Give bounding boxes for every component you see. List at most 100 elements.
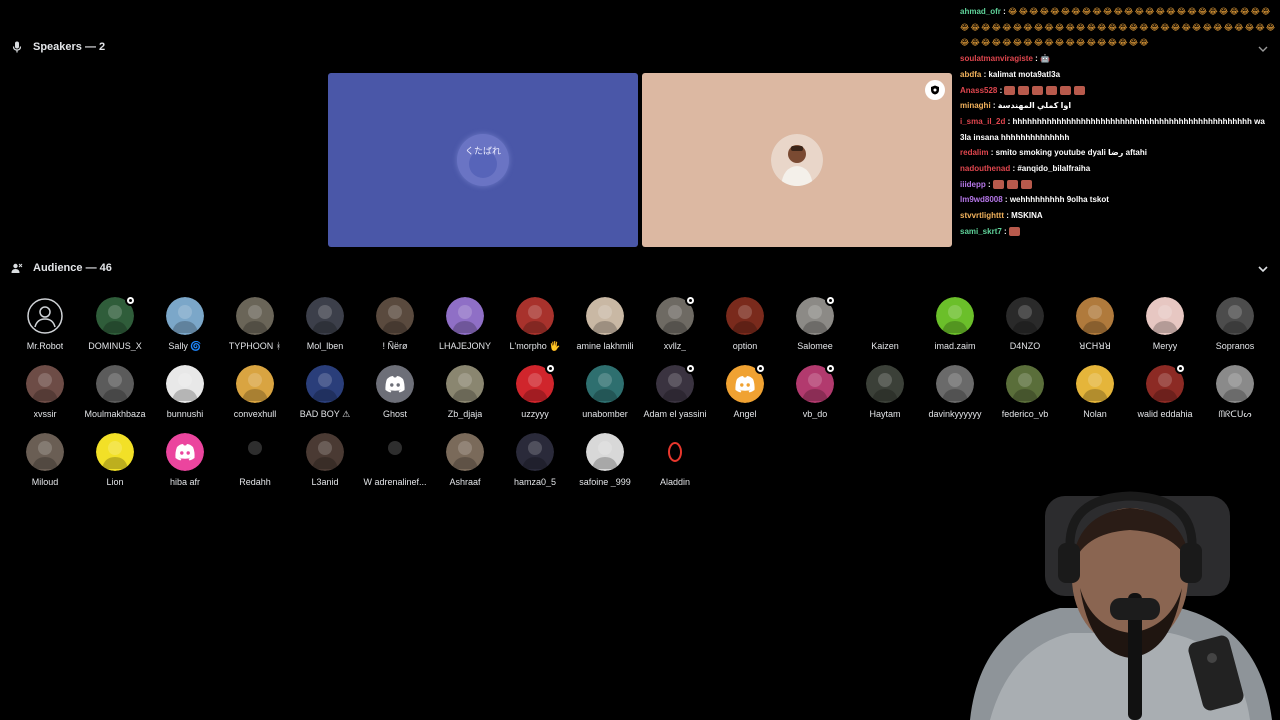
member-name: Nolan	[1083, 409, 1107, 419]
audience-member[interactable]: LHAJEJONY	[430, 297, 500, 352]
audience-member[interactable]: ꓤꓚꓧꓤꓤ	[1060, 297, 1130, 352]
audience-member[interactable]: Aladdin	[640, 433, 710, 487]
chat-username[interactable]: redalim	[960, 148, 988, 157]
audience-member[interactable]: DOMINUS_X	[80, 295, 150, 352]
chat-username[interactable]: stvvrtlighttt	[960, 211, 1004, 220]
audience-member[interactable]: Nolan	[1060, 365, 1130, 420]
audience-member[interactable]: TYPHOON ᚼ	[220, 297, 290, 352]
audience-member[interactable]: Miloud	[10, 433, 80, 487]
audience-member[interactable]: Meryy	[1130, 297, 1200, 352]
audience-member[interactable]: walid eddahia	[1130, 363, 1200, 420]
audience-member[interactable]: Mol_lben	[290, 297, 360, 352]
profile-picture	[376, 297, 414, 335]
avatar	[1216, 297, 1254, 335]
audience-member[interactable]: Ashraaf	[430, 433, 500, 487]
audience-member[interactable]: Salomee	[780, 295, 850, 352]
activity-status-icon	[755, 363, 766, 374]
audience-member[interactable]: davinkyyyyyy	[920, 365, 990, 420]
avatar	[656, 433, 694, 471]
chat-username[interactable]: soulatmanviragiste	[960, 54, 1033, 63]
audience-member[interactable]: amine lakhmili	[570, 297, 640, 352]
chat-message: redalim : smito smoking youtube dyali رض…	[960, 148, 1147, 158]
activity-status-icon	[825, 363, 836, 374]
audience-member[interactable]: imad.zaim	[920, 297, 990, 352]
audience-member[interactable]: W adrenalinef...	[360, 433, 430, 487]
chat-emote-icon	[1060, 85, 1072, 95]
chat-username[interactable]: minaghi	[960, 101, 991, 110]
chat-username[interactable]: iiidepp	[960, 180, 986, 189]
profile-picture	[446, 433, 484, 471]
chat-text: 🤖	[1040, 54, 1050, 64]
chat-emote-icon	[1020, 180, 1032, 190]
avatar	[376, 365, 414, 403]
profile-picture	[1216, 297, 1254, 335]
avatar	[866, 365, 904, 403]
member-name: Moulmakhbaza	[84, 409, 146, 419]
audience-member[interactable]: hiba afr	[150, 433, 220, 487]
chat-username[interactable]: Anass528	[960, 86, 997, 95]
audience-member[interactable]: convexhull	[220, 365, 290, 420]
audience-member[interactable]: Sopranos	[1200, 297, 1270, 352]
audience-member[interactable]: safoine _999	[570, 433, 640, 487]
audience-member[interactable]: Kaizen	[850, 297, 920, 352]
avatar	[306, 365, 344, 403]
member-name: ! Ñërø	[382, 341, 408, 351]
audience-member[interactable]: Lion	[80, 433, 150, 487]
audience-member[interactable]: BAD BOY ⚠	[290, 365, 360, 420]
audience-member[interactable]: bunnushi	[150, 365, 220, 420]
audience-member[interactable]: L3anid	[290, 433, 360, 487]
activity-status-icon	[685, 295, 696, 306]
audience-member[interactable]: xvllz_	[640, 295, 710, 352]
avatar	[656, 363, 696, 403]
chat-emoji-text: 😂😂😂😂😂😂😂😂😂😂😂😂😂😂😂😂😂😂😂😂😂😂😂😂😂😂😂😂😂😂😂😂😂😂😂😂😂😂😂😂…	[960, 7, 1277, 48]
discord-logo-icon	[166, 433, 204, 471]
audience-member[interactable]: Angel	[710, 363, 780, 420]
member-name: hiba afr	[169, 477, 201, 487]
avatar	[236, 365, 274, 403]
chat-username[interactable]: lm9wd8008	[960, 195, 1003, 204]
audience-member[interactable]: hamza0_5	[500, 433, 570, 487]
audience-member[interactable]: ᗰᖇᑕᑌᔕ	[1200, 365, 1270, 420]
member-name: Mol_lben	[306, 341, 344, 351]
audience-member[interactable]: Moulmakhbaza	[80, 365, 150, 420]
profile-picture	[26, 365, 64, 403]
audience-member[interactable]: unabomber	[570, 365, 640, 420]
audience-member[interactable]: ! Ñërø	[360, 297, 430, 352]
audience-member[interactable]: Mr.Robot	[10, 297, 80, 352]
avatar	[1146, 297, 1184, 335]
chevron-down-icon[interactable]	[1256, 262, 1270, 276]
activity-status-icon	[1175, 363, 1186, 374]
speaker-tile[interactable]	[642, 73, 952, 247]
audience-member[interactable]: uzzyyy	[500, 363, 570, 420]
chat-username[interactable]: abdfa	[960, 70, 981, 79]
audience-member[interactable]: vb_do	[780, 363, 850, 420]
audience-member[interactable]: Redahh	[220, 433, 290, 487]
avatar	[796, 363, 836, 403]
audience-member[interactable]: D4NZO	[990, 297, 1060, 352]
chat-username[interactable]: ahmad_ofr	[960, 7, 1001, 16]
profile-picture	[166, 297, 204, 335]
audience-member[interactable]: Ghost	[360, 365, 430, 420]
member-name: BAD BOY ⚠	[299, 409, 351, 419]
audience-member[interactable]: Adam el yassini	[640, 363, 710, 420]
member-name: W adrenalinef...	[363, 477, 427, 487]
audience-member[interactable]: Zb_djaja	[430, 365, 500, 420]
audience-member[interactable]: L'morpho 🖐	[500, 297, 570, 352]
chat-username[interactable]: i_sma_il_2d	[960, 117, 1005, 126]
audience-people-icon	[11, 263, 23, 273]
speaker-tile[interactable]: くたばれ	[328, 73, 638, 247]
audience-member[interactable]: federico_vb	[990, 365, 1060, 420]
member-name: federico_vb	[1001, 409, 1049, 419]
audience-member[interactable]: Sally 🌀	[150, 297, 220, 352]
chat-username[interactable]: nadouthenad	[960, 164, 1010, 173]
audience-member[interactable]: xvssir	[10, 365, 80, 420]
profile-picture	[446, 297, 484, 335]
member-name: LHAJEJONY	[438, 341, 491, 351]
shield-badge-icon[interactable]	[925, 80, 945, 100]
chat-emote-icon	[1074, 85, 1086, 95]
member-name: option	[732, 341, 758, 351]
audience-member[interactable]: Haytam	[850, 365, 920, 420]
chat-username[interactable]: sami_skrt7	[960, 227, 1002, 236]
chat-message: soulatmanviragiste : 🤖	[960, 54, 1050, 64]
audience-member[interactable]: option	[710, 297, 780, 352]
